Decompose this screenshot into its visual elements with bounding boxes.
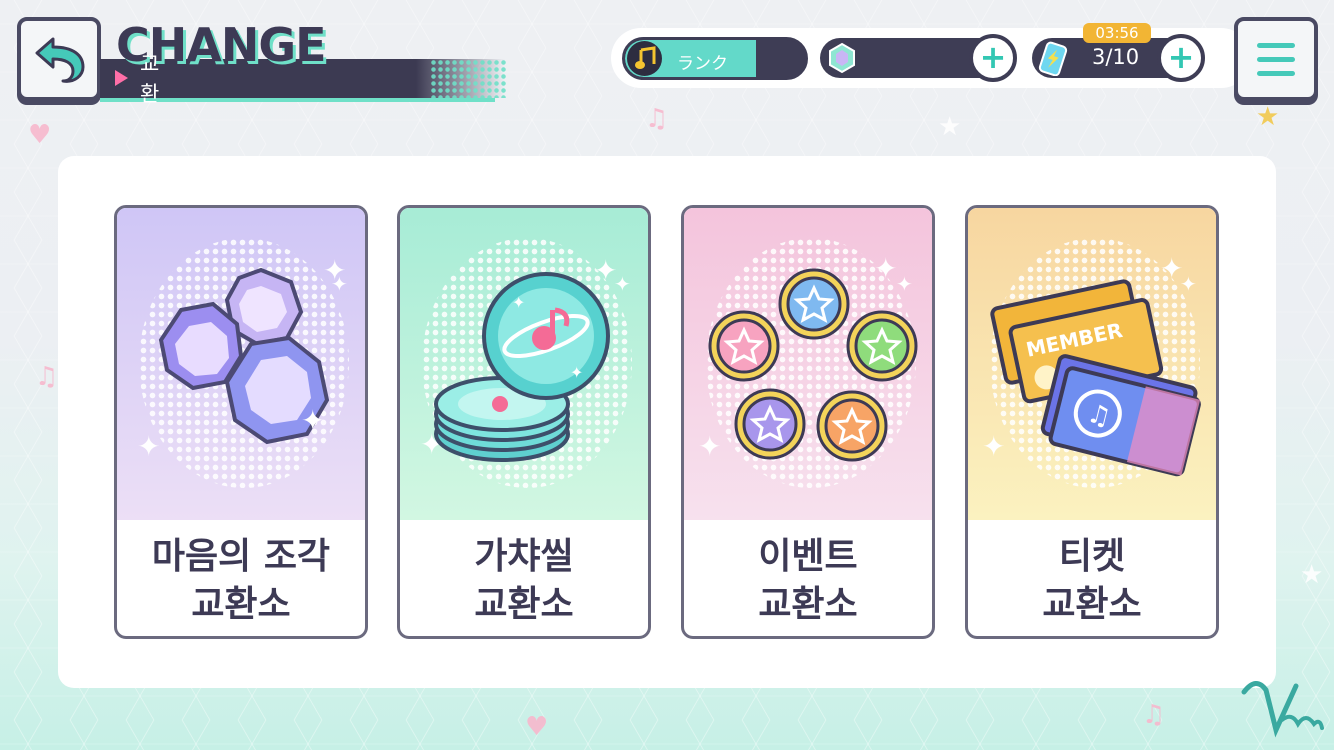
- heart-decoration-icon: ♥: [525, 712, 549, 742]
- card-label: 가챠씰 교환소: [400, 526, 648, 636]
- music-note-decoration-icon: ♫: [35, 362, 59, 392]
- star-decoration-icon: ★: [1256, 102, 1280, 132]
- hamburger-line: [1257, 70, 1295, 76]
- card-art: ✦ ✦ ✦: [684, 208, 932, 520]
- member-ticket-icon: MEMBER ♫: [990, 279, 1201, 477]
- card-label: 티켓 교환소: [968, 526, 1216, 636]
- card-title-line1: 티켓: [1058, 536, 1126, 577]
- gacha-seal-exchange-card[interactable]: ✦ ✦ ✦ ✦ ✦ 가챠씰 교환소: [397, 205, 651, 639]
- event-exchange-card[interactable]: ✦ ✦ ✦ 이벤트 교환소: [681, 205, 935, 639]
- card-title-line2: 교환소: [1042, 584, 1142, 625]
- card-title-line1: 이벤트: [758, 536, 858, 577]
- vamp-logo: [1241, 681, 1324, 738]
- rank-label: ランク: [677, 54, 728, 74]
- card-title-line1: 가챠씰: [474, 536, 574, 577]
- card-label: 이벤트 교환소: [684, 526, 932, 636]
- energy-count: 3/10: [1092, 45, 1140, 69]
- plus-icon: +: [979, 37, 1007, 76]
- music-note-icon: [627, 41, 662, 76]
- hamburger-line: [1257, 56, 1295, 62]
- hamburger-line: [1257, 42, 1295, 48]
- gacha-seal-disc-icon: ✦ ✦: [434, 272, 610, 462]
- card-art: ✦ ✦ ✦ ✦: [117, 208, 365, 520]
- gem-icon: [829, 42, 855, 74]
- card-title-line1: 마음의 조각: [151, 536, 331, 577]
- star-decoration-icon: ★: [938, 112, 962, 142]
- page-title-ko-row: 교환: [115, 52, 159, 106]
- back-arrow-icon: [35, 37, 85, 83]
- heart-piece-exchange-card[interactable]: ✦ ✦ ✦ ✦ 마음의 조각 교환소: [114, 205, 368, 639]
- card-art: ✦ ✦ ✦ ✦ ✦: [400, 208, 648, 520]
- svg-text:✦: ✦: [512, 293, 525, 312]
- title-bar-dots: [430, 59, 506, 98]
- event-medal-icon: [708, 268, 918, 462]
- star-decoration-icon: ★: [1300, 560, 1324, 590]
- energy-timer: 03:56: [1083, 23, 1151, 43]
- page-title-ko: 교환: [140, 52, 160, 106]
- heart-decoration-icon: ♥: [28, 120, 52, 150]
- svg-text:✦: ✦: [301, 404, 324, 437]
- plus-icon: +: [1167, 37, 1195, 76]
- card-title-line2: 교환소: [191, 584, 291, 625]
- music-note-decoration-icon: ♫: [645, 104, 669, 134]
- ticket-exchange-card[interactable]: ✦ ✦ ✦ MEMBER ♫ 티켓 교환소: [965, 205, 1219, 639]
- triangle-arrow-icon: [115, 70, 128, 86]
- rank-gauge[interactable]: ランク: [622, 37, 808, 80]
- back-button[interactable]: [17, 17, 101, 101]
- heart-piece-gem-icon: ✦: [158, 267, 330, 445]
- music-note-decoration-icon: ♫: [1142, 700, 1166, 730]
- add-gem-button[interactable]: +: [969, 34, 1017, 82]
- energy-battery-icon: [1038, 41, 1068, 76]
- menu-button[interactable]: [1234, 17, 1318, 101]
- add-energy-button[interactable]: +: [1157, 34, 1205, 82]
- svg-text:✦: ✦: [570, 363, 583, 382]
- card-title-line2: 교환소: [474, 584, 574, 625]
- card-art: ✦ ✦ ✦ MEMBER ♫: [968, 208, 1216, 520]
- card-title-line2: 교환소: [758, 584, 858, 625]
- card-label: 마음의 조각 교환소: [117, 526, 365, 636]
